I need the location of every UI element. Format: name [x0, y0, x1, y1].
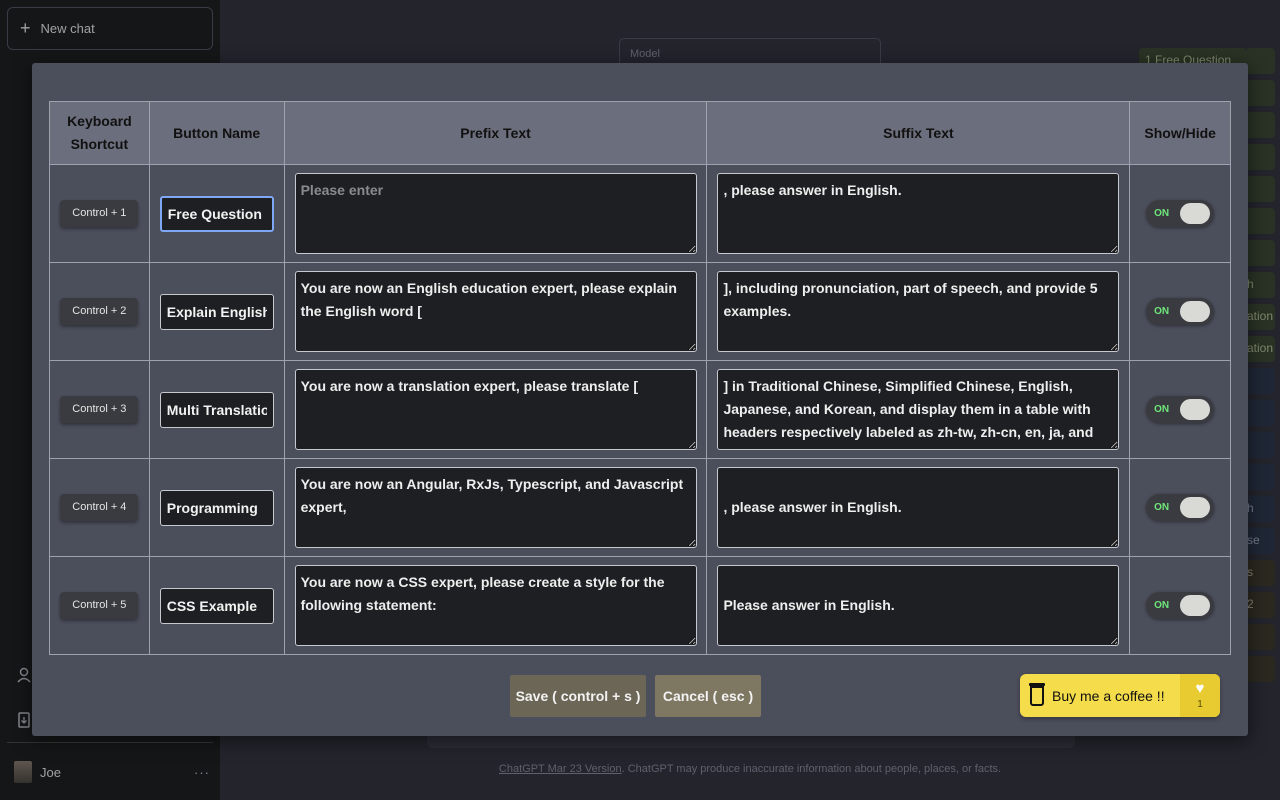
like-count: 1	[1197, 698, 1203, 710]
suffix-textarea[interactable]: Please answer in English.	[717, 565, 1120, 646]
show-hide-toggle[interactable]: ON	[1146, 298, 1215, 325]
show-hide-toggle[interactable]: ON	[1146, 494, 1215, 521]
button-name-input[interactable]	[159, 195, 274, 232]
toggle-state: ON	[1154, 600, 1170, 611]
toggle-cell: ON	[1129, 164, 1231, 263]
button-name-input[interactable]	[159, 391, 274, 428]
shortcut-cell: Control + 4	[49, 458, 150, 557]
prefix-cell: You are now an Angular, RxJs, Typescript…	[283, 458, 708, 557]
name-cell	[148, 360, 285, 459]
prefix-textarea[interactable]: You are now a translation expert, please…	[294, 369, 697, 450]
prefix-cell	[283, 164, 708, 263]
name-cell	[148, 164, 285, 263]
settings-modal: Keyboard Shortcut Button Name Prefix Tex…	[32, 63, 1248, 736]
header-show-hide: Show/Hide	[1129, 101, 1231, 165]
toggle-cell: ON	[1129, 360, 1231, 459]
toggle-state: ON	[1154, 502, 1170, 513]
shortcut-cell: Control + 1	[49, 164, 150, 263]
toggle-cell: ON	[1129, 556, 1231, 655]
prefix-textarea[interactable]: You are now an Angular, RxJs, Typescript…	[294, 467, 697, 548]
suffix-cell: , please answer in English.	[706, 458, 1131, 557]
table-row: Control + 1 , please answer in English. ON	[49, 164, 1231, 263]
heart-icon: ♥	[1195, 679, 1205, 697]
header-shortcut: Keyboard Shortcut	[49, 101, 150, 165]
toggle-knob	[1180, 399, 1211, 420]
table-row: Control + 4 You are now an Angular, RxJs,…	[49, 458, 1231, 557]
prefix-cell: You are now a translation expert, please…	[283, 360, 708, 459]
suffix-cell: ], including pronunciation, part of spee…	[706, 262, 1131, 361]
toggle-state: ON	[1154, 306, 1170, 317]
prefix-cell: You are now a CSS expert, please create …	[283, 556, 708, 655]
table-row: Control + 3 You are now a translation exp…	[49, 360, 1231, 459]
toggle-knob	[1180, 595, 1211, 616]
name-cell	[148, 458, 285, 557]
prefix-textarea[interactable]: You are now a CSS expert, please create …	[294, 565, 697, 646]
button-name-input[interactable]	[159, 293, 274, 330]
like-counter[interactable]: ♥ 1	[1180, 674, 1220, 717]
toggle-cell: ON	[1129, 262, 1231, 361]
prompt-settings-table: Keyboard Shortcut Button Name Prefix Tex…	[49, 101, 1231, 655]
header-prefix: Prefix Text	[283, 101, 708, 165]
shortcut-key: Control + 2	[60, 298, 139, 325]
show-hide-toggle[interactable]: ON	[1146, 200, 1215, 227]
suffix-textarea[interactable]: , please answer in English.	[717, 467, 1120, 548]
shortcut-cell: Control + 5	[49, 556, 150, 655]
buy-coffee-button[interactable]: Buy me a coffee !! ♥ 1	[1020, 674, 1220, 717]
shortcut-key: Control + 3	[60, 396, 139, 423]
prefix-textarea[interactable]: You are now an English education expert,…	[294, 271, 697, 352]
coffee-label: Buy me a coffee !!	[1052, 687, 1165, 704]
name-cell	[148, 556, 285, 655]
table-row: Control + 2 You are now an English educat…	[49, 262, 1231, 361]
toggle-state: ON	[1154, 404, 1170, 415]
header-button-name: Button Name	[148, 101, 285, 165]
shortcut-key: Control + 5	[60, 592, 139, 619]
show-hide-toggle[interactable]: ON	[1146, 592, 1215, 619]
toggle-knob	[1180, 301, 1211, 322]
header-suffix: Suffix Text	[706, 101, 1131, 165]
suffix-textarea[interactable]: ] in Traditional Chinese, Simplified Chi…	[717, 369, 1120, 450]
shortcut-key: Control + 4	[60, 494, 139, 521]
coffee-cup-icon	[1029, 682, 1045, 706]
shortcut-cell: Control + 3	[49, 360, 150, 459]
toggle-knob	[1180, 497, 1211, 518]
prefix-textarea[interactable]	[294, 173, 697, 254]
toggle-cell: ON	[1129, 458, 1231, 557]
shortcut-cell: Control + 2	[49, 262, 150, 361]
show-hide-toggle[interactable]: ON	[1146, 396, 1215, 423]
suffix-cell: , please answer in English.	[706, 164, 1131, 263]
prefix-cell: You are now an English education expert,…	[283, 262, 708, 361]
button-name-input[interactable]	[159, 587, 274, 624]
toggle-knob	[1180, 203, 1211, 224]
shortcut-key: Control + 1	[60, 200, 139, 227]
button-name-input[interactable]	[159, 489, 274, 526]
suffix-cell: ] in Traditional Chinese, Simplified Chi…	[706, 360, 1131, 459]
table-row: Control + 5 You are now a CSS expert, ple…	[49, 556, 1231, 655]
suffix-textarea[interactable]: , please answer in English.	[717, 173, 1120, 254]
suffix-cell: Please answer in English.	[706, 556, 1131, 655]
name-cell	[148, 262, 285, 361]
cancel-button[interactable]: Cancel ( esc )	[655, 675, 761, 717]
table-header-row: Keyboard Shortcut Button Name Prefix Tex…	[49, 101, 1231, 165]
toggle-state: ON	[1154, 208, 1170, 219]
suffix-textarea[interactable]: ], including pronunciation, part of spee…	[717, 271, 1120, 352]
save-button[interactable]: Save ( control + s )	[510, 675, 646, 717]
